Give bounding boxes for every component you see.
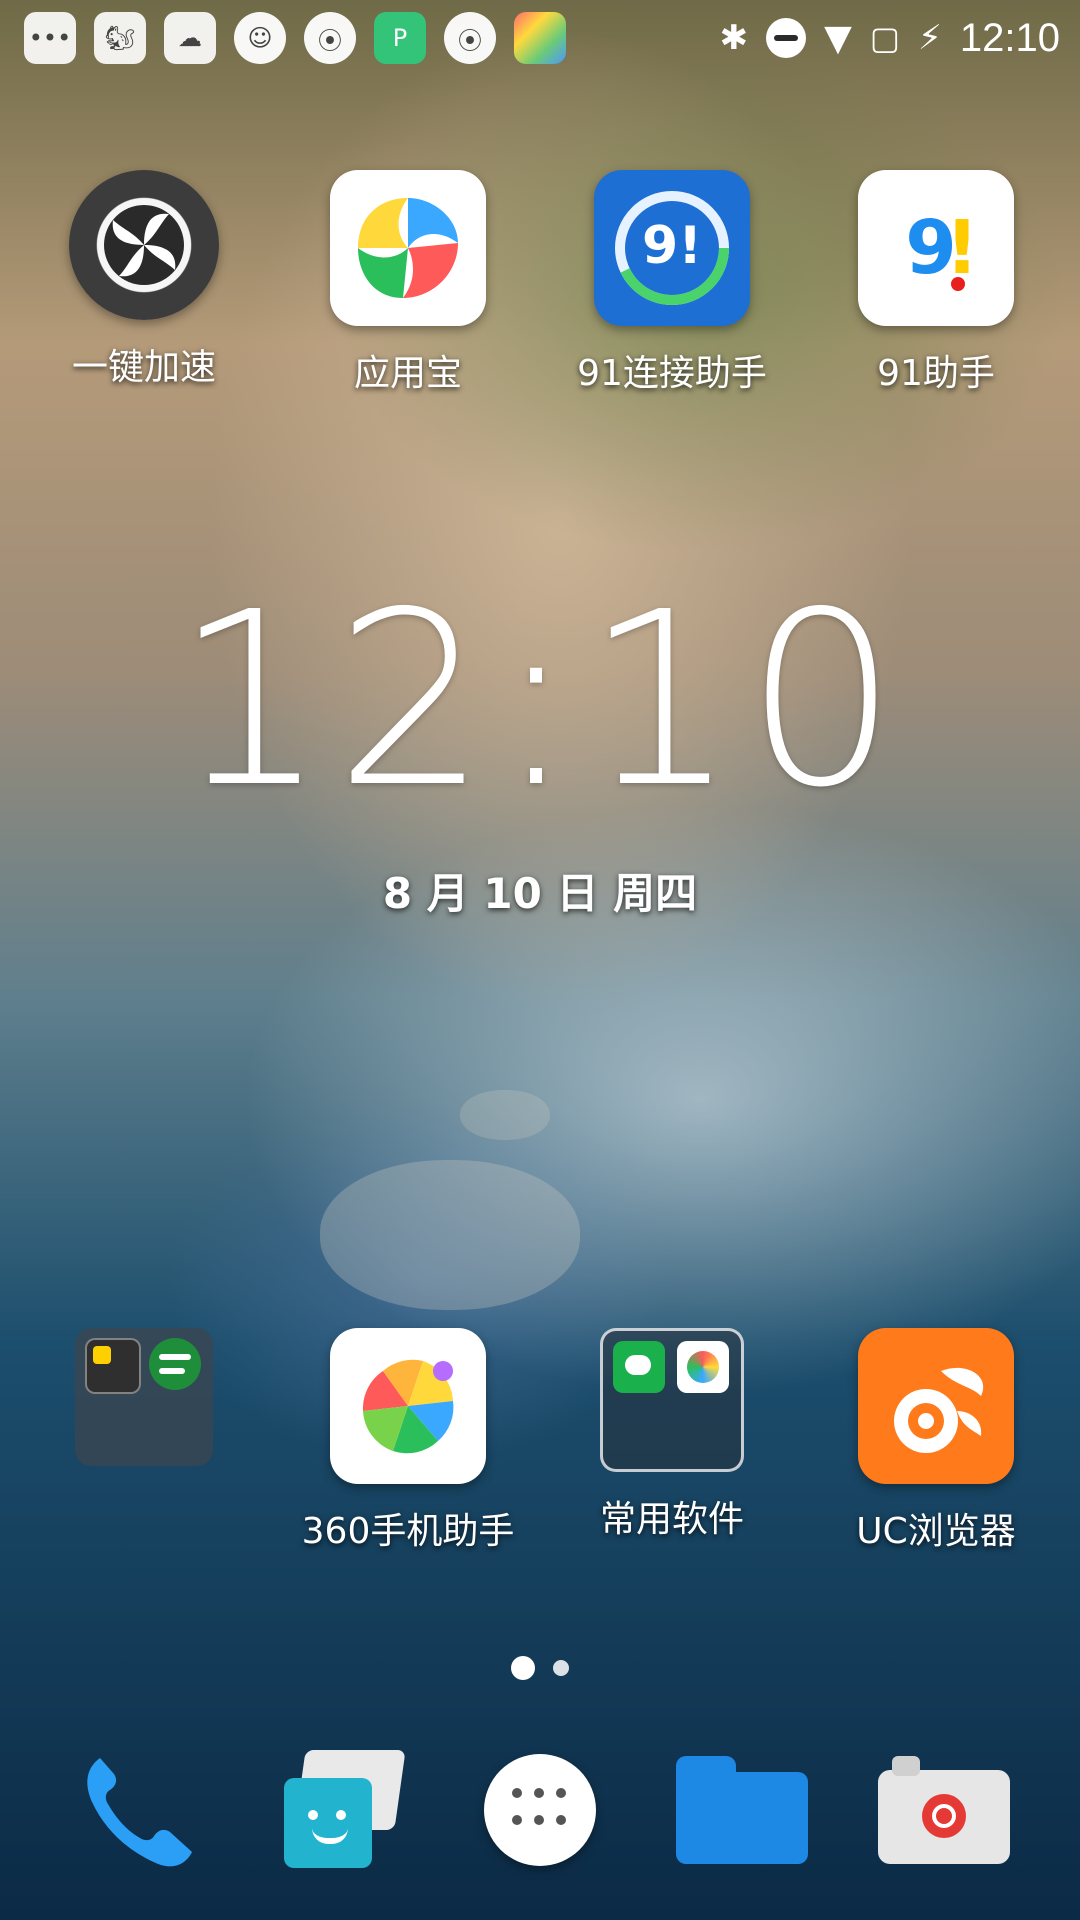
91-helper-icon: 9 !	[858, 170, 1014, 326]
dock-phone[interactable]	[66, 1740, 206, 1880]
do-not-disturb-icon	[766, 18, 807, 58]
messages-icon	[266, 1740, 406, 1880]
app-label: 常用软件	[599, 1499, 744, 1540]
app-label: 91助手	[877, 353, 995, 394]
mini-app-icon	[149, 1338, 201, 1390]
dock-messages[interactable]	[266, 1740, 406, 1880]
app-label: 360手机助手	[301, 1511, 515, 1552]
app-yingyongbao[interactable]: 应用宝	[298, 170, 518, 396]
aperture-icon: ⦿	[444, 12, 496, 64]
status-time: 12:10	[959, 15, 1060, 60]
uc-squirrel-icon: 🐿	[94, 12, 146, 64]
files-icon	[676, 1756, 808, 1864]
rock-shape	[320, 1160, 580, 1310]
phone-icon	[87, 1758, 192, 1867]
app-label: 91连接助手	[577, 353, 767, 394]
folder-common-software[interactable]: 常用软件	[562, 1328, 782, 1542]
page-indicator	[0, 1656, 1080, 1680]
colorful-app-icon	[514, 12, 566, 64]
no-sim-icon: ▢	[869, 19, 901, 57]
dock-files[interactable]	[672, 1740, 812, 1880]
aperture-icon: ⦿	[304, 12, 356, 64]
app-360-helper[interactable]: 360手机助手	[298, 1328, 518, 1554]
status-bar: ••• 🐿 ☁ ☺ ⦿ P ⦿ ✱ ▼ ▢ ⚡ 12:10	[0, 0, 1080, 76]
bluetooth-icon: ✱	[719, 18, 749, 58]
clock-widget-date[interactable]: 8 月 10 日 周四	[0, 860, 1080, 921]
app-label: 应用宝	[353, 353, 462, 394]
clock-widget-time[interactable]: 12:10	[0, 560, 1080, 840]
p-app-icon: P	[374, 12, 426, 64]
yingyongbao-icon	[330, 170, 486, 326]
folder-icon	[600, 1328, 744, 1472]
rock-shape	[460, 1090, 550, 1140]
page-dot[interactable]	[553, 1660, 569, 1676]
uc-browser-icon	[858, 1328, 1014, 1484]
svg-text:!: !	[945, 205, 979, 291]
apps-drawer-icon	[484, 1754, 596, 1866]
wifi-icon: ▼	[824, 17, 852, 59]
folder-unnamed[interactable]	[34, 1328, 254, 1484]
360-helper-icon	[330, 1328, 486, 1484]
cloud-rain-icon: ☁	[164, 12, 216, 64]
face-icon: ☺	[234, 12, 286, 64]
app-91-helper[interactable]: 9 ! 91助手	[826, 170, 1046, 396]
dock-camera[interactable]	[874, 1740, 1014, 1880]
app-yijian-jiasu[interactable]: 一键加速	[34, 170, 254, 390]
chat-bubble-icon: •••	[24, 12, 76, 64]
speed-boost-icon	[69, 170, 219, 320]
camera-icon	[878, 1756, 1010, 1864]
mini-app-icon	[85, 1338, 141, 1394]
folder-icon	[75, 1328, 213, 1466]
91-connect-icon: 9!	[594, 170, 750, 326]
svg-text:9!: 9!	[642, 216, 702, 276]
app-uc-browser[interactable]: UC浏览器	[826, 1328, 1046, 1554]
360-mini-icon	[677, 1341, 729, 1393]
app-label: 一键加速	[71, 347, 216, 388]
status-right: ✱ ▼ ▢ ⚡ 12:10	[720, 12, 1060, 64]
dock	[0, 1720, 1080, 1920]
app-label: UC浏览器	[856, 1511, 1016, 1552]
status-left-icons: ••• 🐿 ☁ ☺ ⦿ P ⦿	[24, 12, 566, 64]
app-91-connect[interactable]: 9! 91连接助手	[562, 170, 782, 396]
wechat-icon	[613, 1341, 665, 1393]
page-dot-active[interactable]	[511, 1656, 535, 1680]
dock-app-drawer[interactable]	[470, 1740, 610, 1880]
battery-charging-icon: ⚡	[918, 18, 942, 58]
